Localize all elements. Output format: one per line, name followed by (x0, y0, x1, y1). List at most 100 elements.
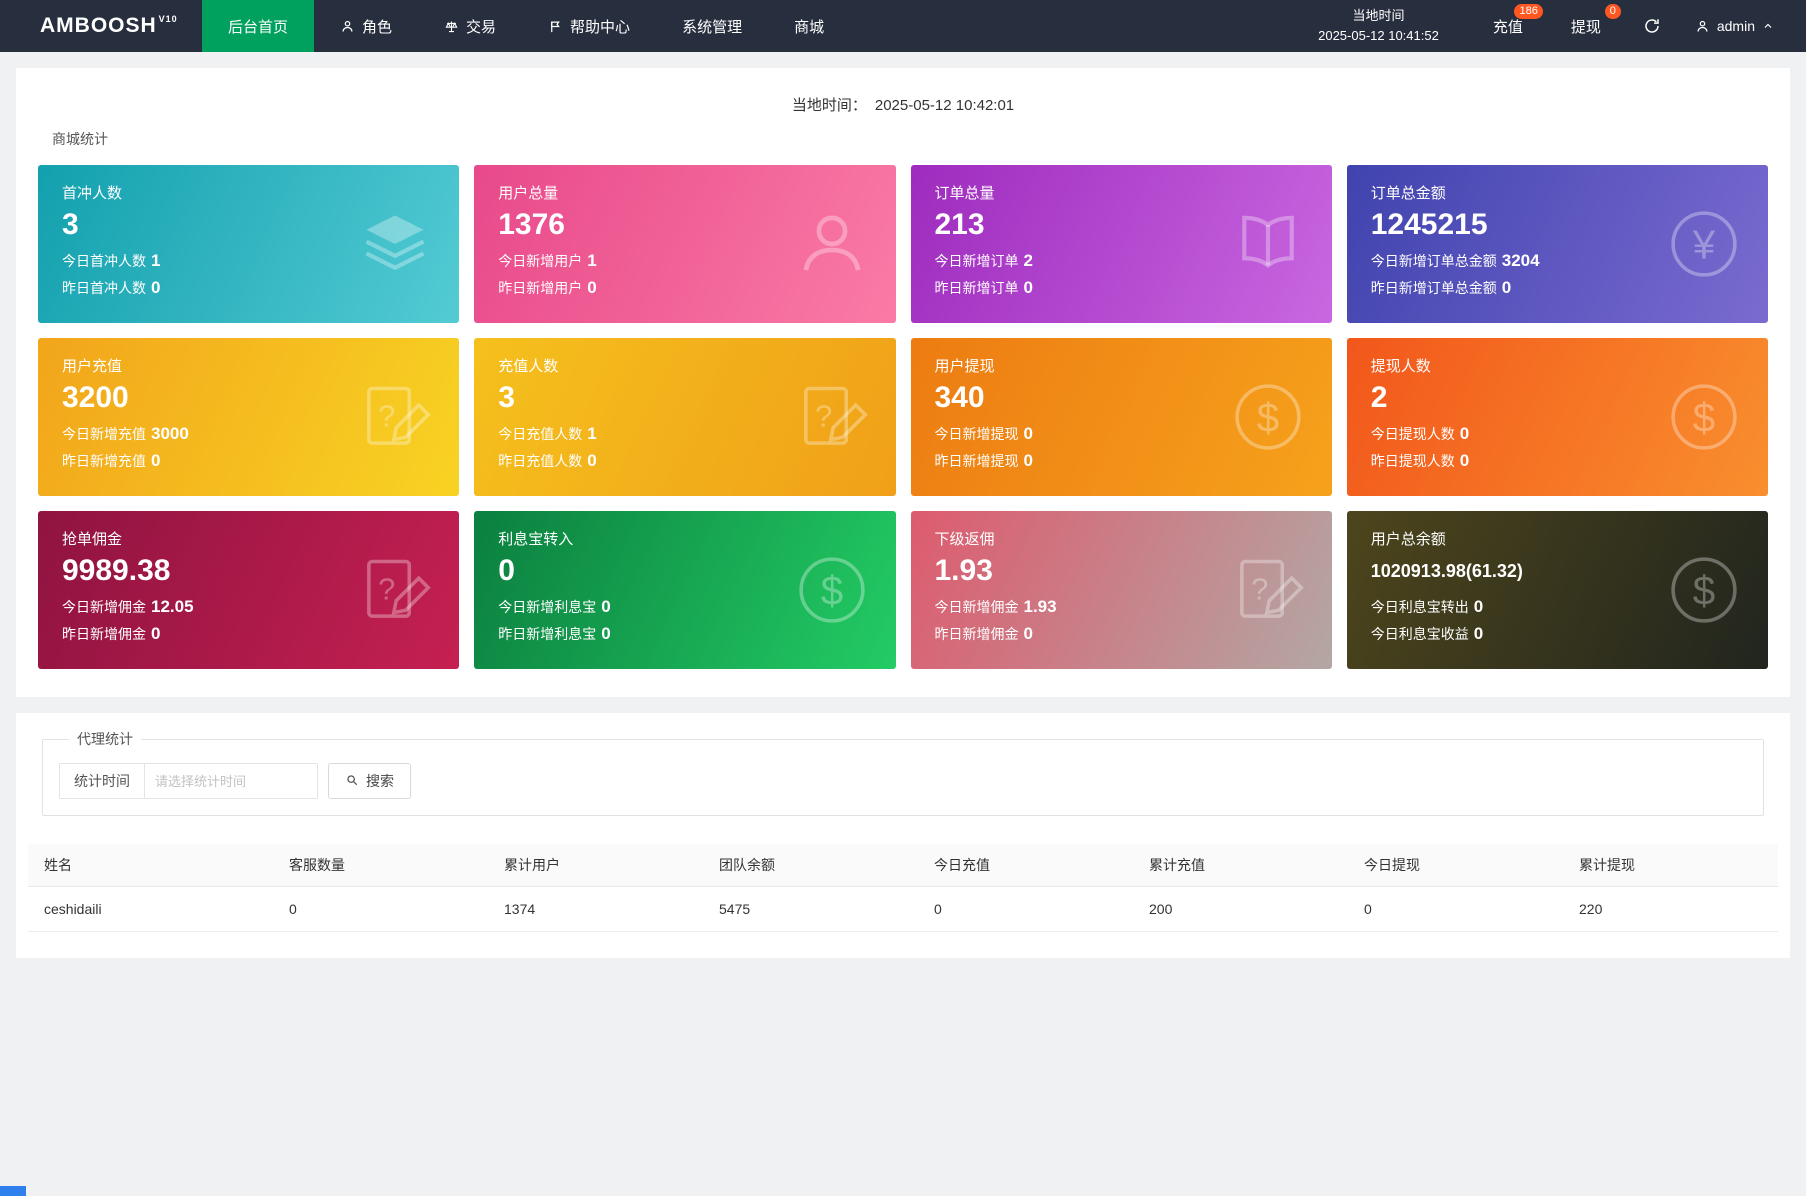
user-icon (1695, 19, 1710, 34)
svg-text:?: ? (378, 399, 395, 434)
user-menu[interactable]: admin (1679, 18, 1806, 34)
stat-card-title: 抢单佣金 (62, 531, 123, 548)
menu-item-label: 系统管理 (682, 18, 743, 36)
stat-card-title: 用户总量 (498, 185, 559, 202)
stat-card-line1-label: 今日新增利息宝 (498, 599, 597, 615)
user-icon (794, 206, 870, 282)
local-time-value: 2025-05-12 10:41:52 (1318, 28, 1439, 43)
table-cell: 0 (273, 886, 488, 932)
stat-card-title: 下级返佣 (934, 531, 995, 548)
table-header-cell: 今日充值 (918, 844, 1133, 887)
yen-icon: ¥ (1666, 206, 1742, 282)
stat-card: 用户提现 340 今日新增提现 0 昨日新增提现 0 $ (910, 338, 1332, 496)
agent-stats-panel: 代理统计 统计时间 搜索 姓名客服数量累计用户团队余额今日充值累计充值今日提现累… (16, 713, 1790, 958)
table-cell: 5475 (703, 886, 918, 932)
stat-card-title: 利息宝转入 (498, 531, 574, 548)
menu-item-4[interactable]: 系统管理 (656, 0, 768, 52)
stat-card-line2-value: 0 (1023, 278, 1033, 297)
stat-card-line2-value: 0 (1473, 624, 1484, 643)
svg-text:¥: ¥ (1692, 221, 1716, 267)
date-filter-input[interactable] (145, 764, 317, 798)
stat-card-line1-label: 今日提现人数 (1370, 426, 1455, 442)
top-navbar: AMBOOSH V10 后台首页 角色 交易 帮助中心 系统管理 商城 当地时间 2025-… (0, 0, 1806, 52)
stat-card-line1-label: 今日新增用户 (498, 253, 583, 269)
stat-card-title: 提现人数 (1370, 358, 1431, 375)
recharge-badge: 186 (1514, 4, 1543, 19)
table-header-cell: 今日提现 (1348, 844, 1563, 887)
app-logo-version: V10 (158, 14, 178, 24)
stat-card-line2-value: 0 (151, 624, 161, 643)
stat-card-line1-label: 今日新增佣金 (62, 599, 146, 615)
stat-card: 订单总金额 1245215 今日新增订单总金额 3204 昨日新增订单总金额 0 ¥ (1346, 165, 1768, 323)
stat-card-line1-value: 0 (601, 597, 611, 616)
withdraw-badge: 0 (1604, 4, 1621, 19)
menu-item-5[interactable]: 商城 (768, 0, 850, 52)
stat-card-line2-value: 0 (1023, 451, 1033, 470)
dollar-icon: $ (1230, 379, 1306, 455)
local-time-label: 当地时间 (1352, 7, 1405, 23)
stat-card-line2-label: 昨日提现人数 (1370, 453, 1455, 469)
stat-card-line1-value: 1 (151, 251, 161, 270)
stat-card-line1-label: 今日新增充值 (62, 426, 146, 442)
date-filter-group: 统计时间 (59, 763, 318, 799)
refresh-button[interactable] (1625, 0, 1679, 52)
stat-card-title: 充值人数 (498, 358, 559, 375)
stat-card-line2-value: 0 (1501, 278, 1512, 297)
menu-item-label: 帮助中心 (570, 18, 631, 36)
scale-icon (444, 19, 459, 34)
search-icon (345, 773, 359, 790)
recharge-button[interactable]: 充值 186 (1469, 0, 1547, 52)
stat-card-line2-label: 今日利息宝收益 (1370, 626, 1469, 642)
agent-table-body: ceshidaili 0 1374 5475 0 200 0 220 (28, 886, 1778, 932)
menu-item-label: 角色 (362, 18, 393, 36)
stat-card-line2-label: 昨日新增订单总金额 (1370, 280, 1497, 296)
stat-card-line1-value: 0 (1459, 424, 1470, 443)
menu-item-3[interactable]: 帮助中心 (522, 0, 656, 52)
search-button[interactable]: 搜索 (328, 763, 411, 799)
app-logo: AMBOOSH V10 (0, 0, 202, 52)
stat-card-line1-value: 3000 (151, 424, 189, 443)
stat-card: 下级返佣 1.93 今日新增佣金 1.93 昨日新增佣金 0 ? (910, 511, 1332, 669)
chevron-up-icon (1762, 20, 1774, 32)
doc-edit-icon: ? (357, 552, 433, 628)
table-cell: 0 (918, 886, 1133, 932)
svg-text:?: ? (815, 399, 832, 434)
stat-card-title: 订单总量 (934, 185, 995, 202)
menu-item-2[interactable]: 交易 (418, 0, 522, 52)
stat-card-line1-label: 今日充值人数 (498, 426, 583, 442)
stat-card-line2-value: 0 (601, 624, 611, 643)
dashboard-time-label: 当地时间： (791, 97, 867, 114)
stat-card-line1-label: 今日首冲人数 (62, 253, 146, 269)
scrollbar-artifact (0, 1186, 26, 1196)
svg-text:$: $ (820, 567, 842, 613)
date-filter-label: 统计时间 (60, 764, 145, 798)
agent-table: 姓名 客服数量 累计用户 团队余额 今日充值 累计充值 今日提现 累计提现 ceshidail… (28, 844, 1778, 932)
stat-card-title: 订单总金额 (1370, 185, 1446, 202)
table-header-cell: 累计用户 (488, 844, 703, 887)
layers-icon (357, 206, 433, 282)
withdraw-label: 提现 (1570, 18, 1601, 36)
table-header-cell: 累计充值 (1133, 844, 1348, 887)
menu-item-0[interactable]: 后台首页 (202, 0, 315, 52)
stat-card: 首冲人数 3 今日首冲人数 1 昨日首冲人数 0 (38, 165, 460, 323)
stat-card-title: 首冲人数 (62, 185, 123, 202)
table-header-cell: 姓名 (28, 844, 273, 887)
menu-item-label: 后台首页 (228, 18, 289, 36)
stat-card-line2-label: 昨日新增提现 (934, 453, 1019, 469)
dollar-icon: $ (794, 552, 870, 628)
stat-card-title: 用户提现 (934, 358, 995, 375)
doc-edit-icon: ? (794, 379, 870, 455)
stat-card-line2-value: 0 (1459, 451, 1470, 470)
menu-item-1[interactable]: 角色 (314, 0, 418, 52)
stat-card-line1-label: 今日利息宝转出 (1370, 599, 1469, 615)
withdraw-button[interactable]: 提现 0 (1547, 0, 1625, 52)
book-icon (1230, 206, 1306, 282)
stat-card-line1-value: 1 (587, 251, 597, 270)
stat-card-line1-value: 1.93 (1023, 597, 1057, 616)
stat-card-title: 用户充值 (62, 358, 123, 375)
stat-card-line2-label: 昨日新增用户 (498, 280, 583, 296)
stat-card: 利息宝转入 0 今日新增利息宝 0 昨日新增利息宝 0 $ (474, 511, 896, 669)
dashboard-time-value: 2025-05-12 10:42:01 (874, 97, 1015, 114)
main-menu: 后台首页 角色 交易 帮助中心 系统管理 商城 (202, 0, 850, 52)
stat-card-line2-label: 昨日充值人数 (498, 453, 583, 469)
